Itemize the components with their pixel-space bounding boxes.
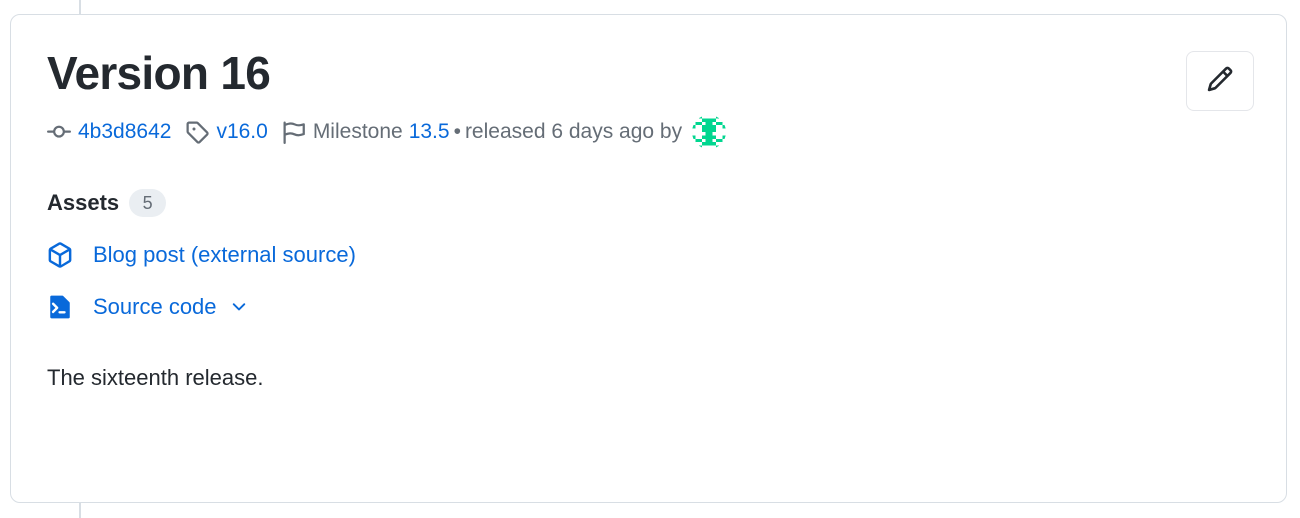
release-body-text: The sixteenth release. [47, 365, 264, 390]
milestone-flag-icon [282, 120, 306, 144]
commit-sha-link[interactable]: 4b3d8642 [78, 119, 171, 145]
meta-separator: • [453, 120, 461, 143]
tag-icon [185, 120, 210, 144]
pencil-icon [1206, 65, 1234, 98]
package-icon [47, 242, 75, 268]
release-title: Version 16 [47, 47, 271, 99]
chevron-down-icon[interactable] [229, 297, 249, 317]
milestone-label: Milestone [312, 120, 403, 143]
asset-link-blog-post[interactable]: Blog post (external source) [93, 241, 356, 269]
edit-release-button[interactable] [1186, 51, 1254, 111]
author-avatar[interactable] [692, 115, 727, 149]
release-card: Version 16 4b3d8642 v16.0 Milestone 13.5… [10, 14, 1287, 503]
released-time-text: released 6 days ago by [464, 120, 683, 143]
asset-row-blog-post: Blog post (external source) [47, 241, 1250, 269]
milestone-value-link[interactable]: 13.5 [409, 119, 450, 145]
asset-link-source-code[interactable]: Source code [93, 293, 217, 321]
git-commit-icon [47, 120, 71, 144]
release-meta: 4b3d8642 v16.0 Milestone 13.5 • released… [47, 115, 1250, 149]
assets-label: Assets [47, 190, 120, 215]
assets-count-badge: 5 [129, 189, 167, 217]
assets-heading: Assets 5 [47, 189, 1250, 217]
release-card-content: Version 16 4b3d8642 v16.0 Milestone 13.5… [11, 15, 1286, 502]
source-code-file-icon [47, 294, 75, 320]
asset-row-source-code: Source code [47, 293, 1250, 321]
tag-name-link[interactable]: v16.0 [216, 119, 267, 145]
